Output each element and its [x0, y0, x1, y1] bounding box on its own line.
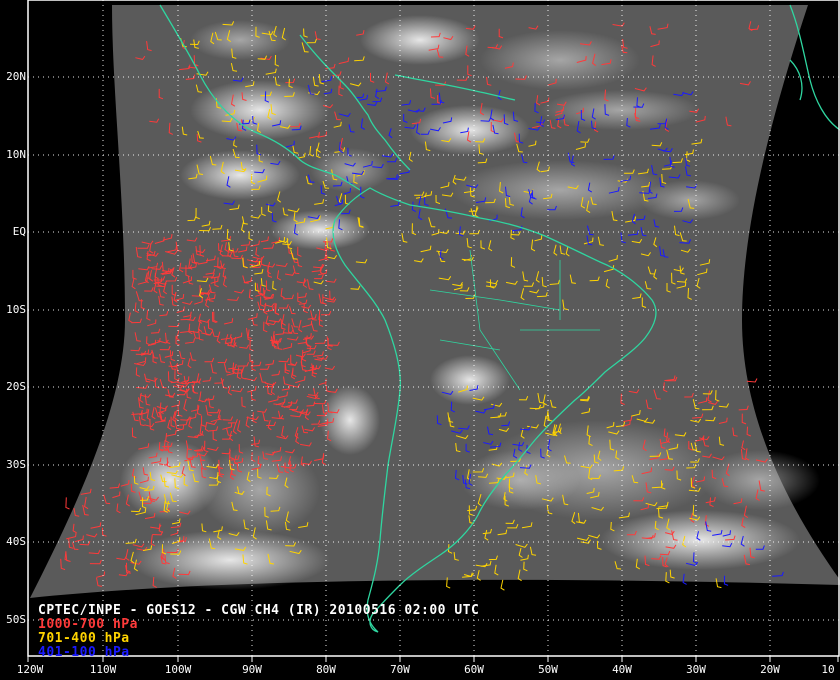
cloud-patch [430, 355, 510, 405]
lon-label-40w: 40W [612, 663, 632, 676]
lat-label-20s: 20S [6, 380, 26, 393]
lon-label-20w: 20W [760, 663, 780, 676]
lat-label-10s: 10S [6, 303, 26, 316]
cloud-patch [480, 30, 640, 90]
wind-barb [65, 497, 70, 510]
lat-label-40s: 40S [6, 535, 26, 548]
cloud-patch [360, 15, 480, 65]
lon-label-70w: 70W [390, 663, 410, 676]
lat-label-10n: 10N [6, 148, 26, 161]
lat-label-eq: EQ [12, 225, 26, 238]
cloud-patch [450, 160, 670, 220]
lat-label-20n: 20N [6, 70, 26, 83]
lon-label-120w: 120W [16, 663, 44, 676]
satellite-wind-map [27, 0, 840, 662]
legend-mid-level: 701-400 hPa [38, 631, 130, 646]
legend-low-level: 1000-700 hPa [38, 617, 138, 632]
lon-label-100w: 100W [164, 663, 192, 676]
cloud-patch [640, 180, 740, 220]
lon-label-30w: 30W [686, 663, 706, 676]
lat-label-30s: 30S [6, 458, 26, 471]
cloud-patch [410, 105, 530, 155]
wind-barb [500, 579, 505, 591]
cloud-patch [190, 20, 290, 60]
lon-label-80w: 80W [316, 663, 336, 676]
lon-label-10: 10 [821, 663, 835, 676]
product-title: CPTEC/INPE - GOES12 - CGW CH4 (IR) 20100… [38, 603, 480, 618]
cloud-patch [180, 150, 300, 200]
lon-label-110w: 110W [89, 663, 117, 676]
wind-barb [746, 378, 758, 383]
cloud-patch [540, 90, 700, 130]
cloud-patch [130, 530, 330, 590]
cloud-patch [320, 385, 380, 455]
lat-label-50s: 50S [6, 613, 26, 626]
lon-label-90w: 90W [242, 663, 262, 676]
legend-high-level: 401-100 hPa [38, 645, 130, 660]
lon-label-60w: 60W [464, 663, 484, 676]
lon-label-50w: 50W [538, 663, 558, 676]
